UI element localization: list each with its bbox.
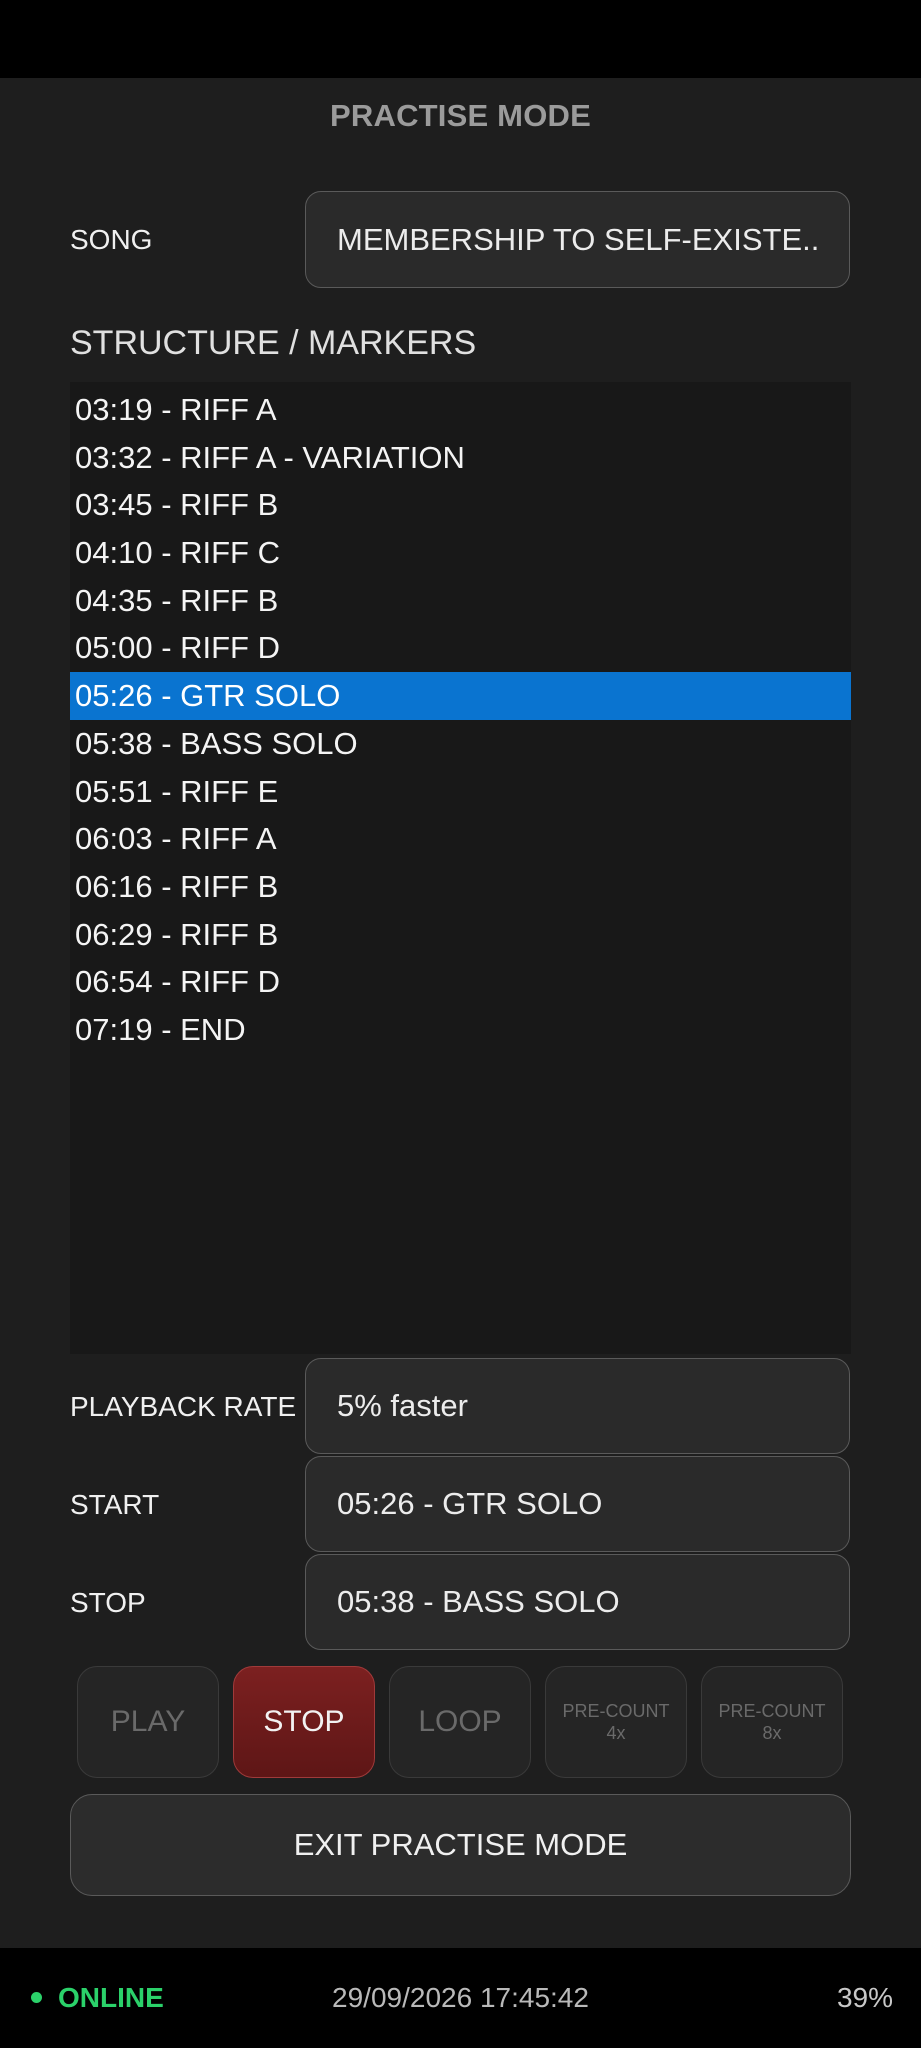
start-select[interactable]: 05:26 - GTR SOLO <box>305 1456 850 1552</box>
precount-4x-count: 4x <box>606 1723 626 1743</box>
status-bar: ONLINE 29/09/2026 17:45:42 39% <box>0 1948 921 2048</box>
precount-4x-button[interactable]: PRE-COUNT 4x <box>545 1666 687 1778</box>
song-select[interactable]: MEMBERSHIP TO SELF-EXISTE.. <box>305 191 850 288</box>
transport-controls: PLAY STOP LOOP PRE-COUNT 4x PRE-COUNT 8x <box>77 1666 843 1778</box>
marker-item[interactable]: 06:16 - RIFF B <box>70 863 851 911</box>
song-label: SONG <box>70 224 153 255</box>
structure-markers-title: STRUCTURE / MARKERS <box>70 324 477 362</box>
stop-label: STOP <box>70 1587 146 1618</box>
marker-item[interactable]: 06:03 - RIFF A <box>70 815 851 863</box>
battery-level: 39% <box>836 1982 893 2013</box>
playback-rate-select[interactable]: 5% faster <box>305 1358 850 1454</box>
marker-item[interactable]: 05:38 - BASS SOLO <box>70 720 851 768</box>
play-button[interactable]: PLAY <box>77 1666 219 1778</box>
marker-item[interactable]: 06:29 - RIFF B <box>70 911 851 959</box>
marker-item[interactable]: 07:19 - END <box>70 1006 851 1054</box>
precount-4x-label: PRE-COUNT <box>562 1701 670 1721</box>
playback-rate-label: PLAYBACK RATE <box>70 1391 297 1422</box>
marker-item[interactable]: 03:45 - RIFF B <box>70 481 851 529</box>
precount-8x-label: PRE-COUNT <box>718 1701 826 1721</box>
practise-mode-screen: PRACTISE MODE SONG MEMBERSHIP TO SELF-EX… <box>0 78 921 1948</box>
marker-item[interactable]: 06:54 - RIFF D <box>70 958 851 1006</box>
marker-item[interactable]: 05:00 - RIFF D <box>70 624 851 672</box>
top-black-bar <box>0 0 921 78</box>
marker-item[interactable]: 03:32 - RIFF A - VARIATION <box>70 434 851 482</box>
stop-button[interactable]: STOP <box>233 1666 375 1778</box>
loop-button[interactable]: LOOP <box>389 1666 531 1778</box>
precount-8x-count: 8x <box>762 1723 782 1743</box>
start-label: START <box>70 1489 160 1520</box>
marker-item[interactable]: 05:26 - GTR SOLO <box>70 672 851 720</box>
stop-select[interactable]: 05:38 - BASS SOLO <box>305 1554 850 1650</box>
status-datetime: 29/09/2026 17:45:42 <box>332 1982 589 2013</box>
page-title: PRACTISE MODE <box>330 98 591 133</box>
precount-8x-button[interactable]: PRE-COUNT 8x <box>701 1666 843 1778</box>
marker-item[interactable]: 05:51 - RIFF E <box>70 768 851 816</box>
marker-item[interactable]: 04:35 - RIFF B <box>70 577 851 625</box>
markers-list[interactable]: 03:19 - RIFF A 03:32 - RIFF A - VARIATION… <box>70 382 851 1354</box>
exit-practise-mode-button[interactable]: EXIT PRACTISE MODE <box>70 1794 851 1896</box>
marker-item[interactable]: 04:10 - RIFF C <box>70 529 851 577</box>
marker-item[interactable]: 03:19 - RIFF A <box>70 386 851 434</box>
